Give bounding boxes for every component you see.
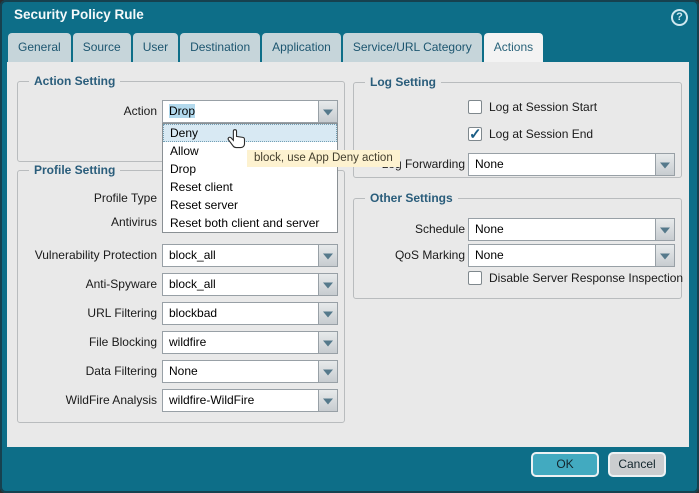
disable-server-response-inspection-checkbox[interactable]	[468, 271, 482, 285]
action-tooltip: block, use App Deny action	[247, 150, 400, 167]
tab-actions[interactable]: Actions	[484, 33, 543, 62]
schedule-select[interactable]: None	[468, 218, 675, 241]
dropdown-option-deny[interactable]: Deny	[163, 124, 337, 142]
action-select[interactable]: Drop	[162, 100, 338, 123]
action-label: Action	[7, 100, 157, 123]
tab-application[interactable]: Application	[262, 33, 341, 62]
vulnerability-protection-select[interactable]: block_all	[162, 244, 338, 267]
tab-source[interactable]: Source	[73, 33, 131, 62]
dropdown-arrow-icon[interactable]	[318, 101, 337, 122]
anti-spyware-value: block_all	[163, 274, 318, 295]
data-filtering-value: None	[163, 361, 318, 382]
dropdown-arrow-icon[interactable]	[318, 274, 337, 295]
anti-spyware-label: Anti-Spyware	[7, 273, 157, 296]
vulnerability-protection-label: Vulnerability Protection	[7, 244, 157, 267]
dropdown-arrow-icon[interactable]	[318, 390, 337, 411]
tab-bar: General Source User Destination Applicat…	[8, 33, 543, 62]
wildfire-analysis-select[interactable]: wildfire-WildFire	[162, 389, 338, 412]
wildfire-analysis-label: WildFire Analysis	[7, 389, 157, 412]
disable-server-response-inspection-label: Disable Server Response Inspection	[489, 271, 683, 285]
tab-destination[interactable]: Destination	[180, 33, 260, 62]
log-forwarding-select[interactable]: None	[468, 153, 675, 176]
action-selected-text: Drop	[169, 104, 195, 118]
page-title: Security Policy Rule	[14, 7, 144, 22]
tab-general[interactable]: General	[8, 33, 71, 62]
group-title-action-setting: Action Setting	[29, 74, 120, 88]
dropdown-option-reset-server[interactable]: Reset server	[163, 196, 337, 214]
profile-type-label: Profile Type	[7, 187, 157, 210]
action-select-value: Drop	[163, 101, 318, 122]
vulnerability-protection-value: block_all	[163, 245, 318, 266]
group-title-profile-setting: Profile Setting	[29, 163, 120, 177]
log-at-session-start-row: Log at Session Start	[468, 99, 597, 114]
dropdown-option-reset-both[interactable]: Reset both client and server	[163, 214, 337, 232]
ok-button[interactable]: OK	[531, 452, 599, 477]
qos-marking-value: None	[469, 245, 655, 266]
tab-service-url-category[interactable]: Service/URL Category	[343, 33, 482, 62]
log-at-session-end-label: Log at Session End	[489, 127, 593, 141]
dropdown-arrow-icon[interactable]	[655, 154, 674, 175]
dropdown-arrow-icon[interactable]	[318, 245, 337, 266]
tab-user[interactable]: User	[133, 33, 178, 62]
dropdown-arrow-icon[interactable]	[318, 361, 337, 382]
data-filtering-select[interactable]: None	[162, 360, 338, 383]
wildfire-analysis-value: wildfire-WildFire	[163, 390, 318, 411]
cancel-button[interactable]: Cancel	[608, 452, 666, 477]
action-dropdown-list: Deny Allow Drop Reset client Reset serve…	[162, 123, 338, 233]
security-policy-rule-dialog: Security Policy Rule ? General Source Us…	[0, 0, 699, 493]
group-title-log-setting: Log Setting	[365, 75, 441, 89]
url-filtering-value: blockbad	[163, 303, 318, 324]
qos-marking-label: QoS Marking	[353, 244, 465, 267]
dropdown-arrow-icon[interactable]	[655, 219, 674, 240]
qos-marking-select[interactable]: None	[468, 244, 675, 267]
log-at-session-start-checkbox[interactable]	[468, 100, 482, 114]
file-blocking-select[interactable]: wildfire	[162, 331, 338, 354]
anti-spyware-select[interactable]: block_all	[162, 273, 338, 296]
dropdown-arrow-icon[interactable]	[318, 332, 337, 353]
cursor-hand-icon	[226, 128, 248, 157]
group-title-other-settings: Other Settings	[365, 191, 458, 205]
schedule-value: None	[469, 219, 655, 240]
log-forwarding-value: None	[469, 154, 655, 175]
dropdown-option-reset-client[interactable]: Reset client	[163, 178, 337, 196]
help-icon[interactable]: ?	[671, 9, 688, 26]
log-at-session-start-label: Log at Session Start	[489, 100, 597, 114]
log-at-session-end-row: Log at Session End	[468, 126, 593, 141]
data-filtering-label: Data Filtering	[7, 360, 157, 383]
content-panel: Action Setting Action Drop Profile Setti…	[7, 62, 689, 447]
file-blocking-label: File Blocking	[7, 331, 157, 354]
file-blocking-value: wildfire	[163, 332, 318, 353]
url-filtering-select[interactable]: blockbad	[162, 302, 338, 325]
log-at-session-end-checkbox[interactable]	[468, 127, 482, 141]
disable-server-response-inspection-row: Disable Server Response Inspection	[468, 270, 683, 285]
url-filtering-label: URL Filtering	[7, 302, 157, 325]
schedule-label: Schedule	[353, 218, 465, 241]
antivirus-label: Antivirus	[7, 211, 157, 234]
dropdown-arrow-icon[interactable]	[655, 245, 674, 266]
dropdown-arrow-icon[interactable]	[318, 303, 337, 324]
